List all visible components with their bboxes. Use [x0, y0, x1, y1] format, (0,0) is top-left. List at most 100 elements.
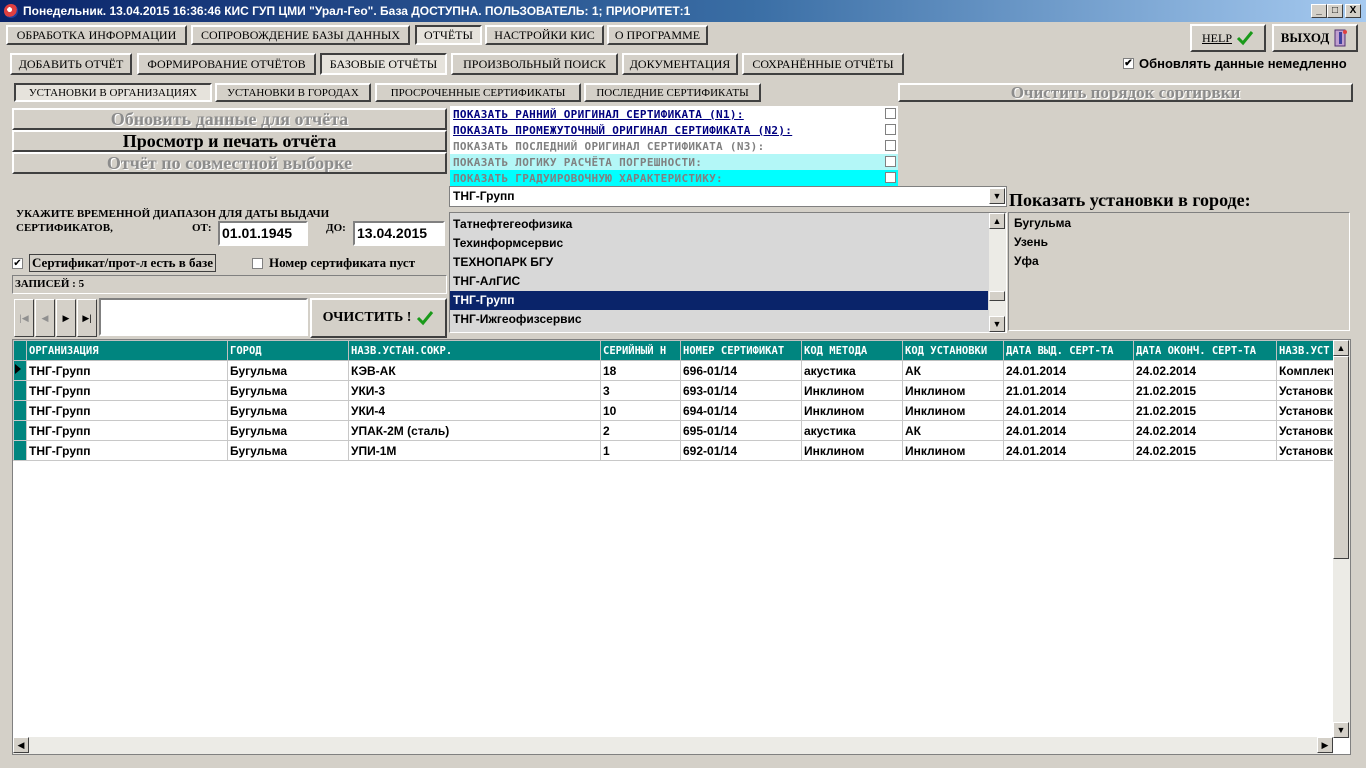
- scroll-thumb[interactable]: [1333, 356, 1349, 559]
- city-list-item[interactable]: Уфа: [1011, 252, 1349, 271]
- scroll-left-icon[interactable]: ◀: [13, 737, 29, 753]
- table-cell[interactable]: УПИ-1М: [348, 440, 601, 461]
- organization-list[interactable]: Татнефтегеофизика Техинформсервис ТЕХНОПАР…: [449, 212, 1007, 333]
- show-calibration-checkbox[interactable]: ПОКАЗАТЬ ГРАДУИРОВОЧНУЮ ХАРАКТЕРИСТИКУ:: [450, 170, 898, 186]
- table-cell[interactable]: 3: [600, 380, 681, 401]
- table-cell[interactable]: 24.01.2014: [1003, 440, 1134, 461]
- table-cell[interactable]: УКИ-4: [348, 400, 601, 421]
- scroll-thumb[interactable]: [989, 291, 1005, 301]
- table-cell[interactable]: 696-01/14: [680, 360, 802, 381]
- table-cell[interactable]: 24.01.2014: [1003, 420, 1134, 441]
- tab-reports[interactable]: ОТЧЁТЫ: [415, 25, 482, 45]
- column-header[interactable]: КОД УСТАНОВКИ: [902, 340, 1004, 361]
- update-immediately-checkbox[interactable]: ✔ Обновлять данные немедленно: [1123, 55, 1347, 71]
- view-print-report-button[interactable]: Просмотр и печать отчёта: [12, 130, 447, 152]
- show-early-original-checkbox[interactable]: ПОКАЗАТЬ РАННИЙ ОРИГИНАЛ СЕРТИФИКАТА (N1…: [450, 106, 898, 122]
- exit-button[interactable]: ВЫХОД: [1272, 24, 1358, 52]
- table-cell[interactable]: акустика: [801, 360, 903, 381]
- tab-kis-settings[interactable]: НАСТРОЙКИ КИС: [485, 25, 604, 45]
- table-cell[interactable]: 695-01/14: [680, 420, 802, 441]
- city-list-item[interactable]: Узень: [1011, 233, 1349, 252]
- row-indicator[interactable]: [13, 400, 27, 421]
- last-record-button[interactable]: ▶|: [77, 299, 97, 337]
- grid-horizontal-scrollbar[interactable]: ◀ ▶: [13, 737, 1333, 754]
- prev-record-button[interactable]: ◀: [35, 299, 55, 337]
- scroll-right-icon[interactable]: ▶: [1317, 737, 1333, 753]
- show-intermediate-original-checkbox[interactable]: ПОКАЗАТЬ ПРОМЕЖУТОЧНЫЙ ОРИГИНАЛ СЕРТИФИК…: [450, 122, 898, 138]
- table-cell[interactable]: 24.02.2014: [1133, 420, 1277, 441]
- table-cell[interactable]: Бугульма: [227, 440, 349, 461]
- table-cell[interactable]: 24.02.2014: [1133, 360, 1277, 381]
- table-cell[interactable]: 24.01.2014: [1003, 360, 1134, 381]
- table-cell[interactable]: УКИ-3: [348, 380, 601, 401]
- city-list-item[interactable]: Бугульма: [1011, 214, 1349, 233]
- table-cell[interactable]: 18: [600, 360, 681, 381]
- table-cell[interactable]: акустика: [801, 420, 903, 441]
- tab-data-processing[interactable]: ОБРАБОТКА ИНФОРМАЦИИ: [6, 25, 187, 45]
- date-to-field[interactable]: 13.04.2015: [353, 221, 445, 246]
- close-button[interactable]: X: [1345, 4, 1361, 18]
- first-record-button[interactable]: |◀: [14, 299, 34, 337]
- show-error-logic-checkbox[interactable]: ПОКАЗАТЬ ЛОГИКУ РАСЧЁТА ПОГРЕШНОСТИ:: [450, 154, 898, 170]
- table-cell[interactable]: 24.01.2014: [1003, 400, 1134, 421]
- table-row[interactable]: ТНГ-Групп Бугульма КЭВ-АК 18 696-01/14 акусти…: [13, 360, 1344, 381]
- column-header[interactable]: НОМЕР СЕРТИФИКАТ: [680, 340, 802, 361]
- tab-latest-certs[interactable]: ПОСЛЕДНИЕ СЕРТИФИКАТЫ: [584, 83, 761, 102]
- column-header[interactable]: ОРГАНИЗАЦИЯ: [26, 340, 228, 361]
- organization-select[interactable]: ТНГ-Групп ▼: [449, 186, 1007, 207]
- tab-report-generation[interactable]: ФОРМИРОВАНИЕ ОТЧЁТОВ: [137, 53, 316, 75]
- table-cell[interactable]: Инклином: [902, 440, 1004, 461]
- tab-units-in-orgs[interactable]: УСТАНОВКИ В ОРГАНИЗАЦИЯХ: [14, 83, 212, 102]
- cert-in-db-checkbox[interactable]: ✔ Сертификат/прот-л есть в базе: [12, 254, 216, 272]
- table-cell[interactable]: Инклином: [801, 400, 903, 421]
- chevron-down-icon[interactable]: ▼: [989, 188, 1005, 204]
- table-cell[interactable]: 21.01.2014: [1003, 380, 1134, 401]
- table-cell[interactable]: Инклином: [902, 400, 1004, 421]
- column-header[interactable]: ДАТА ВЫД. СЕРТ-ТА: [1003, 340, 1134, 361]
- minimize-button[interactable]: _: [1311, 4, 1327, 18]
- table-cell[interactable]: АК: [902, 360, 1004, 381]
- row-indicator[interactable]: [13, 420, 27, 441]
- row-indicator[interactable]: [13, 380, 27, 401]
- scroll-up-icon[interactable]: ▲: [1333, 340, 1349, 356]
- column-header[interactable]: ГОРОД: [227, 340, 349, 361]
- show-last-original-checkbox[interactable]: ПОКАЗАТЬ ПОСЛЕДНИЙ ОРИГИНАЛ СЕРТИФИКАТА …: [450, 138, 898, 154]
- joint-selection-report-button[interactable]: Отчёт по совместной выборке: [12, 152, 447, 174]
- table-cell[interactable]: 693-01/14: [680, 380, 802, 401]
- current-row-indicator-icon[interactable]: [13, 360, 27, 381]
- tab-expired-certs[interactable]: ПРОСРОЧЕННЫЕ СЕРТИФИКАТЫ: [375, 83, 581, 102]
- organization-list-item[interactable]: ТЕХНОПАРК БГУ: [450, 253, 988, 272]
- table-cell[interactable]: УПАК-2М (сталь): [348, 420, 601, 441]
- table-cell[interactable]: Бугульма: [227, 380, 349, 401]
- table-cell[interactable]: ТНГ-Групп: [26, 380, 228, 401]
- tab-units-in-cities[interactable]: УСТАНОВКИ В ГОРОДАХ: [215, 83, 371, 102]
- grid-vertical-scrollbar[interactable]: ▲ ▼: [1333, 340, 1350, 738]
- table-row[interactable]: ТНГ-Групп Бугульма УКИ-3 3 693-01/14 Инклином…: [13, 380, 1344, 401]
- organization-list-item[interactable]: Татнефтегеофизика: [450, 215, 988, 234]
- tab-db-maintenance[interactable]: СОПРОВОЖДЕНИЕ БАЗЫ ДАННЫХ: [191, 25, 410, 45]
- table-row[interactable]: ТНГ-Групп Бугульма УКИ-4 10 694-01/14 Инклино…: [13, 400, 1344, 421]
- table-cell[interactable]: 21.02.2015: [1133, 400, 1277, 421]
- tab-free-search[interactable]: ПРОИЗВОЛЬНЫЙ ПОИСК: [451, 53, 618, 75]
- clear-sort-button[interactable]: Очистить порядок сортирвки: [898, 83, 1353, 102]
- city-list[interactable]: Бугульма Узень Уфа: [1008, 212, 1350, 331]
- search-input[interactable]: [99, 298, 308, 336]
- organization-list-item[interactable]: ТНГ-АлГИС: [450, 272, 988, 291]
- tab-base-reports[interactable]: БАЗОВЫЕ ОТЧЁТЫ: [320, 53, 447, 75]
- table-cell[interactable]: АК: [902, 420, 1004, 441]
- table-cell[interactable]: 21.02.2015: [1133, 380, 1277, 401]
- scroll-up-icon[interactable]: ▲: [989, 213, 1005, 229]
- scroll-down-icon[interactable]: ▼: [1333, 722, 1349, 738]
- column-header[interactable]: ДАТА ОКОНЧ. СЕРТ-ТА: [1133, 340, 1277, 361]
- refresh-report-data-button[interactable]: Обновить данные для отчёта: [12, 108, 447, 130]
- organization-list-item[interactable]: Техинформсервис: [450, 234, 988, 253]
- tab-about[interactable]: О ПРОГРАММЕ: [607, 25, 708, 45]
- scroll-down-icon[interactable]: ▼: [989, 316, 1005, 332]
- tab-add-report[interactable]: ДОБАВИТЬ ОТЧЁТ: [10, 53, 132, 75]
- table-cell[interactable]: ТНГ-Групп: [26, 440, 228, 461]
- clear-button[interactable]: ОЧИСТИТЬ !: [310, 298, 447, 338]
- table-cell[interactable]: Бугульма: [227, 400, 349, 421]
- maximize-button[interactable]: □: [1327, 4, 1343, 18]
- table-cell[interactable]: ТНГ-Групп: [26, 400, 228, 421]
- organization-list-item[interactable]: ТНГ-Групп: [450, 291, 988, 310]
